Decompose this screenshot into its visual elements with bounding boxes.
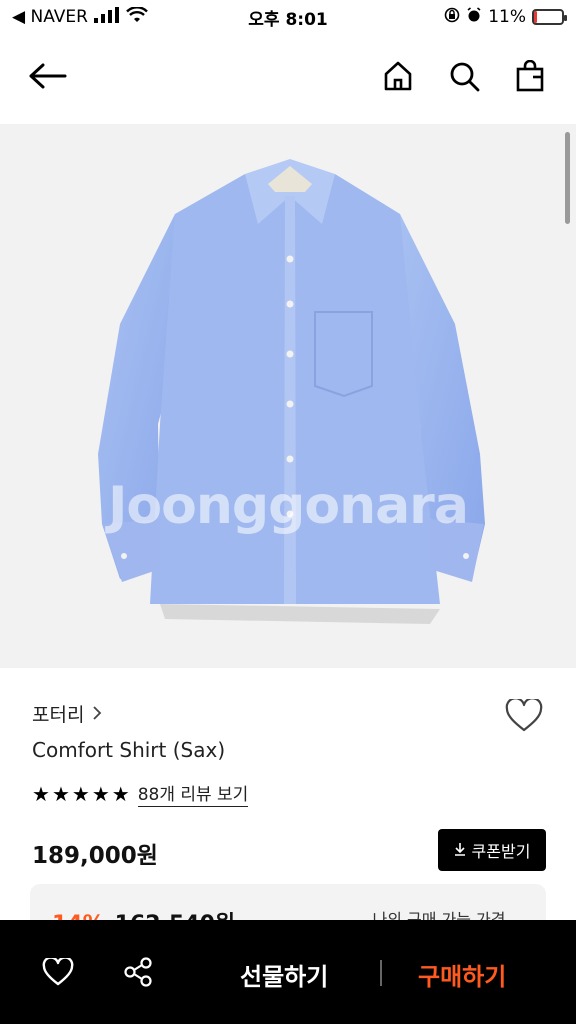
home-button[interactable] (378, 58, 418, 98)
home-icon (382, 60, 414, 96)
rating-stars: ★ ★ ★ ★ ★ (32, 782, 130, 806)
cart-button[interactable] (510, 58, 550, 98)
heart-outline-icon (42, 956, 74, 990)
star-icon: ★ (111, 781, 130, 806)
status-bar: ◀ NAVER 오후 8:01 11% (0, 0, 576, 34)
star-icon: ★ (32, 781, 50, 806)
back-button[interactable] (28, 58, 68, 98)
arrow-left-icon (29, 63, 67, 93)
image-scrollbar[interactable] (565, 132, 570, 224)
product-price: 189,000원 (32, 843, 158, 869)
brand-link[interactable]: 포터리 (32, 700, 102, 727)
shirt-image (98, 159, 485, 624)
bottom-action-bar: 선물하기 구매하기 (0, 920, 576, 1024)
back-to-app-link[interactable]: ◀ NAVER (12, 7, 88, 27)
product-name: Comfort Shirt (Sax) (32, 738, 226, 762)
status-right: 11% (444, 6, 567, 28)
product-image[interactable]: Joonggonara (0, 124, 576, 668)
star-icon: ★ (51, 781, 70, 806)
review-link[interactable]: 88개 리뷰 보기 (137, 780, 249, 807)
search-icon (448, 60, 480, 96)
shopping-bag-icon (515, 59, 545, 96)
wishlist-button[interactable] (38, 954, 78, 994)
battery-level (534, 11, 538, 23)
signal-icon (93, 6, 120, 28)
watermark-text: Joonggonara (108, 476, 469, 536)
buy-button[interactable]: 구매하기 (418, 954, 506, 994)
chevron-right-icon (92, 703, 102, 725)
bottom-divider (380, 960, 382, 986)
battery-icon (532, 9, 567, 25)
rating-row: ★ ★ ★ ★ ★ 88개 리뷰 보기 (32, 780, 249, 807)
gift-button[interactable]: 선물하기 (240, 954, 328, 994)
download-icon (454, 841, 466, 860)
star-icon: ★ (71, 781, 90, 806)
heart-outline-icon (505, 697, 543, 737)
orientation-lock-icon (444, 7, 460, 28)
search-button[interactable] (444, 58, 484, 98)
status-left: ◀ NAVER (12, 5, 148, 28)
battery-percent: 11% (488, 7, 526, 27)
coupon-button[interactable]: 쿠폰받기 (438, 829, 546, 871)
top-nav (0, 40, 576, 116)
wifi-icon (126, 5, 148, 28)
nav-actions (378, 58, 550, 98)
favorite-button[interactable] (504, 697, 544, 738)
coupon-label: 쿠폰받기 (471, 842, 531, 861)
brand-name: 포터리 (32, 704, 85, 726)
share-button[interactable] (118, 954, 158, 994)
alarm-icon (466, 6, 482, 28)
share-icon (123, 957, 153, 991)
star-icon: ★ (91, 781, 110, 806)
